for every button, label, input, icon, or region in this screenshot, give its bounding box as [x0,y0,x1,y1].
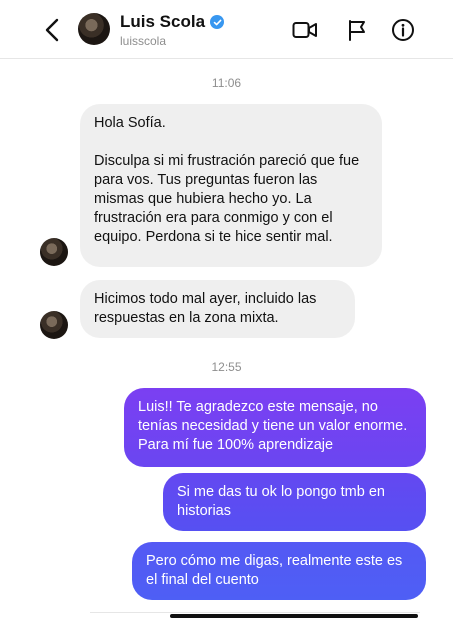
video-call-button[interactable] [292,18,318,42]
profile-info[interactable]: Luis Scola luisscola [120,12,225,48]
video-call-icon [292,22,317,38]
report-button[interactable] [344,18,370,42]
composer-divider [90,612,420,613]
verified-badge-icon [210,15,225,29]
chat-header: Luis Scola luisscola [0,0,453,59]
timestamp: 12:55 [211,360,242,374]
incoming-message[interactable]: Hicimos todo mal ayer, incluido las resp… [80,280,355,338]
flag-icon [349,20,365,41]
info-button[interactable] [390,18,416,42]
outgoing-message[interactable]: Si me das tu ok lo pongo tmb en historia… [163,473,426,531]
outgoing-message[interactable]: Luis!! Te agradezco este mensaje, no ten… [124,388,426,467]
redaction-bar [170,614,418,618]
back-icon [45,18,59,42]
sender-avatar[interactable] [40,238,68,266]
back-button[interactable] [40,16,64,44]
incoming-message[interactable]: Hola Sofía. Disculpa si mi frustración p… [80,104,382,267]
profile-handle: luisscola [120,34,167,48]
outgoing-message[interactable]: Pero cómo me digas, realmente este es el… [132,542,426,600]
avatar[interactable] [78,13,110,45]
profile-name: Luis Scola [120,12,225,32]
profile-name-text: Luis Scola [120,12,206,31]
sender-avatar[interactable] [40,311,68,339]
info-icon [392,19,414,41]
timestamp: 11:06 [211,76,242,90]
